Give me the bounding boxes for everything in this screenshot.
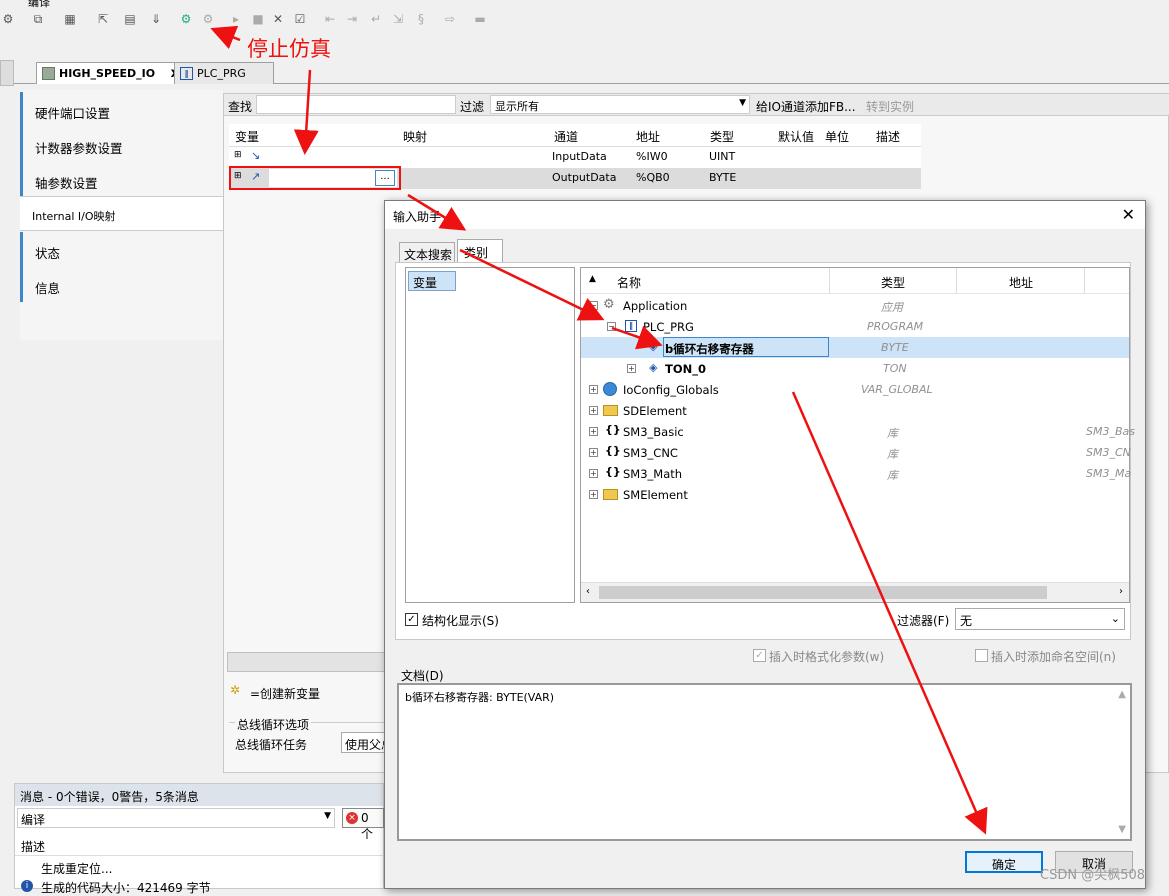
arrow-browse [293, 69, 319, 155]
arrow-dialog [407, 193, 467, 231]
annotation-arrows [210, 25, 988, 835]
watermark: CSDN @尖枫508 [1040, 868, 1146, 883]
arrow-stop-sim [210, 25, 241, 50]
arrow-ok [791, 391, 988, 835]
arrow-tree [459, 248, 605, 321]
arrow-variable [611, 325, 663, 350]
